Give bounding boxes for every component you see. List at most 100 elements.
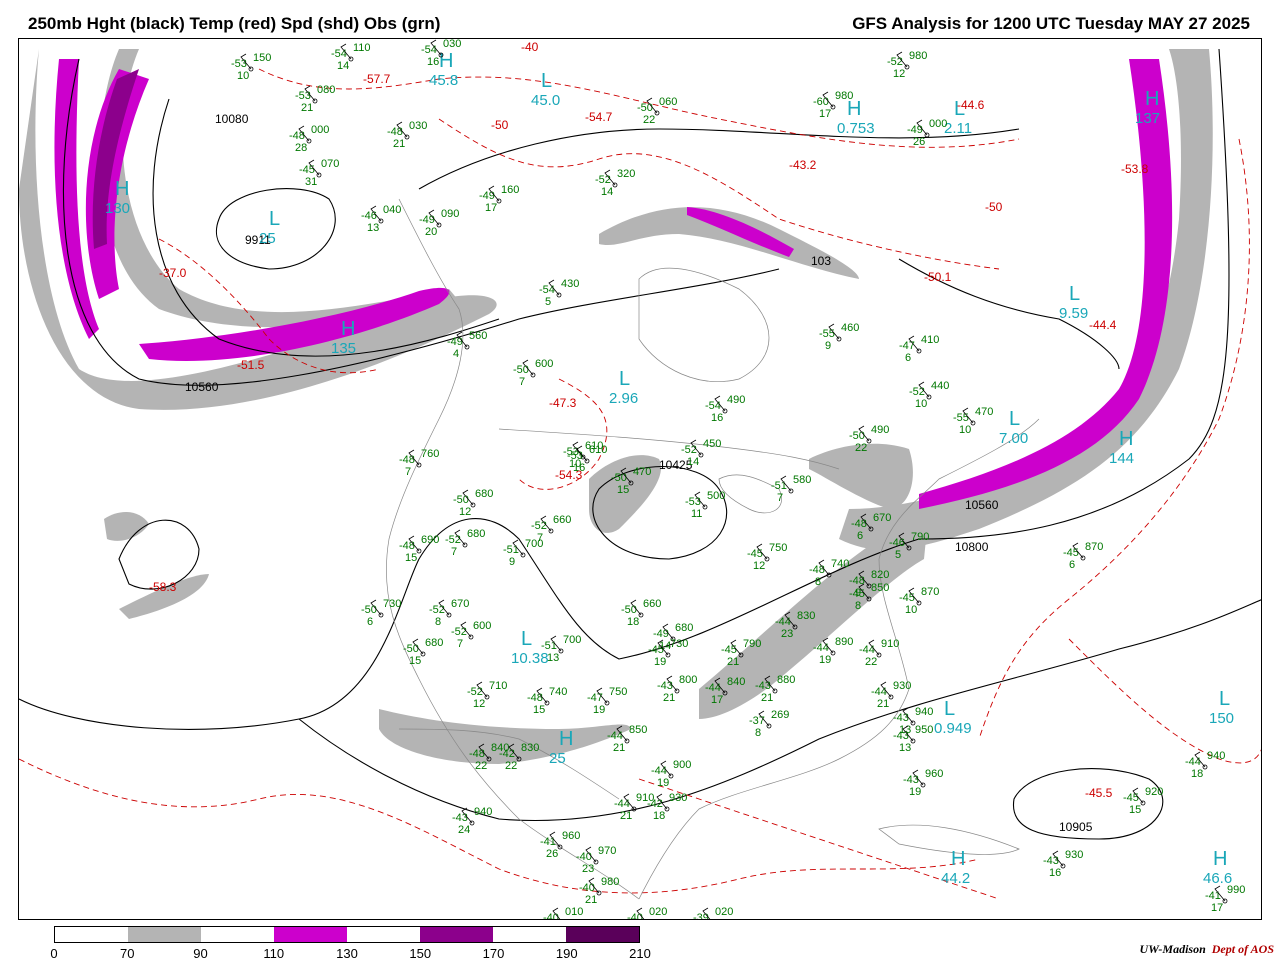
- obs-dewpoint-depression: 18: [1191, 768, 1203, 780]
- obs-height: 460: [841, 322, 859, 334]
- height-label: 10905: [1059, 820, 1093, 834]
- obs-temperature: -43: [452, 812, 468, 824]
- pressure-center-letter: H: [1119, 428, 1133, 450]
- obs-dewpoint-depression: 16: [573, 462, 585, 474]
- obs-temperature: -50: [621, 604, 637, 616]
- obs-height: 000: [311, 124, 329, 136]
- temperature-label: -54.7: [585, 110, 613, 124]
- obs-dewpoint-depression: 16: [427, 56, 439, 68]
- obs-dewpoint-depression: 8: [815, 576, 821, 588]
- obs-temperature: -40: [543, 912, 559, 920]
- obs-temperature: -50: [611, 472, 627, 484]
- obs-temperature: -48: [809, 564, 825, 576]
- obs-dewpoint-depression: 23: [582, 863, 594, 875]
- obs-height: 990: [1227, 884, 1245, 896]
- obs-dewpoint-depression: 11: [691, 508, 702, 520]
- obs-height: 980: [835, 90, 853, 102]
- obs-dewpoint-depression: 19: [657, 777, 669, 789]
- obs-dewpoint-depression: 26: [913, 136, 925, 148]
- obs-temperature: -45: [1063, 547, 1079, 559]
- obs-height: 980: [601, 876, 619, 888]
- obs-dewpoint-depression: 20: [425, 226, 437, 238]
- obs-dewpoint-depression: 21: [393, 138, 405, 150]
- obs-dewpoint-depression: 17: [1211, 902, 1223, 914]
- obs-dewpoint-depression: 10: [237, 70, 249, 82]
- colorbar-tick-label: 90: [193, 946, 208, 961]
- height-contour-10560-north: [418, 128, 1020, 190]
- obs-dewpoint-depression: 24: [458, 824, 470, 836]
- obs-height: 750: [609, 686, 627, 698]
- pressure-center-value: 130: [105, 200, 130, 217]
- obs-temperature: -40: [579, 882, 595, 894]
- temp-contour-southeast: [1068, 638, 1261, 764]
- colorbar-segment: [347, 927, 420, 942]
- obs-dewpoint-depression: 14: [601, 186, 613, 198]
- obs-height: 430: [561, 278, 579, 290]
- obs-dewpoint-depression: 22: [855, 442, 867, 454]
- obs-temperature: -53: [567, 450, 583, 462]
- obs-height: 690: [421, 534, 439, 546]
- obs-temperature: -52: [595, 174, 611, 186]
- obs-temperature: -50: [403, 643, 419, 655]
- obs-height: 060: [659, 96, 677, 108]
- obs-temperature: -50: [637, 102, 653, 114]
- obs-dewpoint-depression: 17: [485, 202, 497, 214]
- pressure-center-value: 137: [1135, 110, 1160, 127]
- obs-height: 470: [975, 406, 993, 418]
- obs-temperature: -43: [893, 712, 909, 724]
- obs-temperature: -49: [447, 336, 463, 348]
- obs-temperature: -44: [871, 686, 887, 698]
- obs-height: 680: [675, 622, 693, 634]
- obs-dewpoint-depression: 22: [505, 760, 517, 772]
- obs-height: 960: [562, 830, 580, 842]
- map-title: 250mb Hght (black) Temp (red) Spd (shd) …: [28, 14, 441, 33]
- obs-height: 930: [1065, 849, 1083, 861]
- obs-height: 450: [703, 438, 721, 450]
- obs-dewpoint-depression: 7: [457, 638, 463, 650]
- obs-temperature: -49: [907, 124, 923, 136]
- colorbar-tick-label: 110: [263, 946, 285, 961]
- obs-dewpoint-depression: 19: [654, 656, 666, 668]
- obs-dewpoint-depression: 15: [533, 704, 545, 716]
- pressure-center-letter: L: [1069, 283, 1080, 305]
- obs-temperature: -52: [531, 520, 547, 532]
- jet-gray-west-coast-loop: [99, 49, 459, 328]
- height-label: 10560: [185, 380, 219, 394]
- obs-dewpoint-depression: 17: [711, 694, 723, 706]
- temperature-label: -40: [521, 40, 539, 54]
- pressure-center-letter: H: [559, 728, 573, 750]
- obs-temperature: -45: [1123, 792, 1139, 804]
- pressure-center-value: 144: [1109, 450, 1134, 467]
- pressure-center-value: 135: [331, 340, 356, 357]
- obs-temperature: -49: [479, 190, 495, 202]
- wind-speed-colorbar: [54, 926, 640, 943]
- temperature-label: -47.3: [549, 396, 577, 410]
- obs-temperature: -48: [399, 454, 415, 466]
- obs-height: 150: [253, 52, 271, 64]
- obs-height: 010: [565, 906, 583, 918]
- obs-temperature: -45: [648, 644, 664, 656]
- temperature-label: -44.4: [1089, 318, 1117, 332]
- obs-dewpoint-depression: 12: [459, 506, 471, 518]
- obs-dewpoint-depression: 9: [509, 556, 515, 568]
- pressure-center-value: 45.0: [531, 92, 560, 109]
- obs-dewpoint-depression: 19: [909, 786, 921, 798]
- obs-temperature: -48: [527, 692, 543, 704]
- pressure-center-value: 45.8: [429, 72, 458, 89]
- obs-dewpoint-depression: 13: [899, 742, 911, 754]
- obs-height: 890: [835, 636, 853, 648]
- obs-height: 820: [871, 569, 889, 581]
- obs-dewpoint-depression: 8: [855, 600, 861, 612]
- obs-height: 940: [915, 706, 933, 718]
- obs-dewpoint-depression: 21: [877, 698, 889, 710]
- obs-temperature: -52: [909, 386, 925, 398]
- obs-height: 000: [929, 118, 947, 130]
- obs-height: 790: [743, 638, 761, 650]
- obs-temperature: -40: [576, 851, 592, 863]
- obs-temperature: -48: [399, 540, 415, 552]
- obs-temperature: -50: [361, 604, 377, 616]
- obs-temperature: -44: [614, 798, 630, 810]
- obs-dewpoint-depression: 15: [405, 552, 417, 564]
- obs-height: 680: [467, 528, 485, 540]
- colorbar-segment: [201, 927, 274, 942]
